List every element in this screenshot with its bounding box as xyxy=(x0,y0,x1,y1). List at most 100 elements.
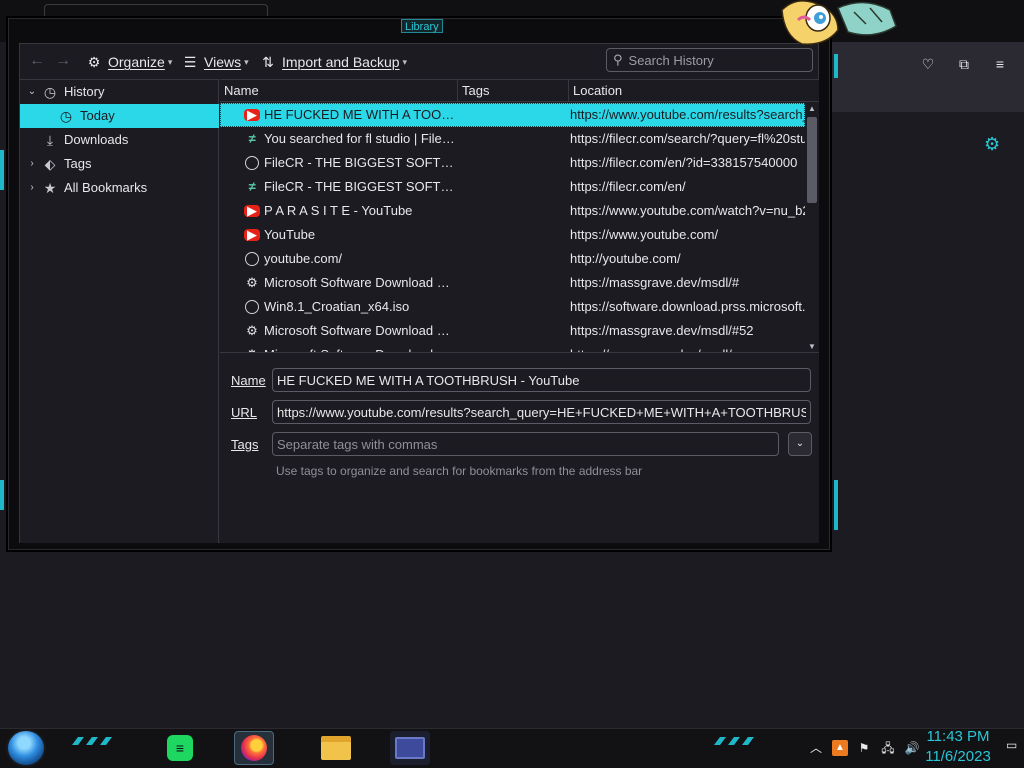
flag-icon[interactable]: ⚑ xyxy=(856,740,872,756)
clock-date: 11/6/2023 xyxy=(925,748,991,765)
sidebar-item-tags[interactable]: › ⬖ Tags xyxy=(20,152,219,176)
star-icon: ★ xyxy=(43,180,57,196)
youtube-icon: ▶ xyxy=(244,204,260,217)
browser-toolbar xyxy=(830,42,1024,112)
anime-mascot-image xyxy=(781,0,897,45)
row-name: You searched for fl studio | FileCR xyxy=(264,131,456,146)
table-row[interactable]: ▶ YouTube https://www.youtube.com/ xyxy=(220,223,805,247)
search-icon: ⚲ xyxy=(613,52,623,67)
sidebar-item-downloads[interactable]: ⤓ Downloads xyxy=(20,128,219,152)
table-row[interactable]: ▶ P A R A S I T E - YouTube https://www.yo… xyxy=(220,199,805,223)
row-location: https://www.youtube.com/results?search_q… xyxy=(570,107,805,122)
taskbar-app-firefox[interactable] xyxy=(234,731,274,765)
folder-icon xyxy=(321,736,351,760)
network-icon[interactable]: 🖧 xyxy=(880,740,896,756)
notification-icon[interactable]: ▭ xyxy=(1006,738,1020,754)
organize-label: Organize xyxy=(108,54,165,70)
search-box[interactable]: ⚲ xyxy=(606,48,813,72)
back-arrow-icon[interactable]: ← xyxy=(28,52,46,70)
tags-field-label: Tags xyxy=(231,437,259,452)
name-field[interactable] xyxy=(272,368,811,392)
taskbar-decoration xyxy=(72,737,112,745)
menu-icon[interactable]: ≡ xyxy=(992,56,1008,72)
list-icon: ☰ xyxy=(183,54,197,70)
system-tray: ︿ ▲ ⚑ 🖧 🔊 xyxy=(808,736,920,760)
gear-icon: ⚙ xyxy=(246,323,258,338)
sidebar-item-label: History xyxy=(64,84,105,99)
table-row[interactable]: Win8.1_Croatian_x64.iso https://software.… xyxy=(220,295,805,319)
import-export-icon: ⇅ xyxy=(262,54,274,70)
search-input[interactable] xyxy=(628,52,799,68)
sidebar-item-all-bookmarks[interactable]: › ★ All Bookmarks xyxy=(20,176,219,200)
details-pane: Name URL Tags ⌄ Use tags to organize and… xyxy=(220,352,819,543)
table-header: Name Tags Location xyxy=(220,80,819,102)
table-body: ▶ HE FUCKED ME WITH A TOOTHBRUSH - YouTub… xyxy=(220,103,805,353)
url-field[interactable] xyxy=(272,400,811,424)
row-name: youtube.com/ xyxy=(264,251,343,266)
scroll-up-icon[interactable]: ▲ xyxy=(805,103,819,115)
row-location: https://massgrave.dev/msdl/#52 xyxy=(570,323,754,338)
table-scrollbar[interactable]: ▲ ▼ xyxy=(805,103,819,353)
globe-icon xyxy=(245,156,259,170)
taskbar-app-spotify[interactable]: ≡ xyxy=(160,731,200,765)
table-row[interactable]: ⚙ Microsoft Software Download Listing http… xyxy=(220,271,805,295)
row-location: https://www.youtube.com/ xyxy=(570,227,719,242)
scrollbar-thumb[interactable] xyxy=(807,117,817,203)
extensions-icon[interactable]: ⧉ xyxy=(956,56,972,72)
sidebar-item-today[interactable]: ◷ Today xyxy=(20,104,219,128)
row-location: https://massgrave.dev/msdl/# xyxy=(570,275,740,290)
taskbar-clock[interactable]: 11:43 PM 11/6/2023 xyxy=(918,727,998,767)
forward-arrow-icon[interactable]: → xyxy=(54,52,72,70)
frame-accent xyxy=(0,480,4,510)
pocket-icon[interactable]: ♡ xyxy=(920,56,936,72)
library-toolbar: ← → ⚙ Organize ▾ ☰ Views ▾ ⇅ Import and … xyxy=(20,44,818,79)
column-header-location[interactable]: Location xyxy=(569,80,819,102)
show-hidden-icons-icon[interactable]: ︿ xyxy=(808,740,824,756)
chevron-right-icon[interactable]: › xyxy=(26,158,38,170)
tags-field[interactable] xyxy=(272,432,779,456)
sidebar-item-history[interactable]: ⌄ ◷ History xyxy=(20,80,219,104)
sidebar-item-label: Downloads xyxy=(64,132,129,147)
browser-tab[interactable] xyxy=(44,4,268,18)
taskbar-app-file-explorer[interactable] xyxy=(316,731,356,765)
sidebar-item-label: Today xyxy=(80,108,115,123)
row-location: https://filecr.com/en/?id=338157540000 xyxy=(570,155,798,170)
youtube-icon: ▶ xyxy=(244,108,260,121)
history-table: Name Tags Location ▶ HE FUCKED ME WITH A … xyxy=(220,79,819,353)
table-row[interactable]: ⚙ Microsoft Software Download Listing http… xyxy=(220,319,805,343)
table-row[interactable]: ▶ HE FUCKED ME WITH A TOOTHBRUSH - YouTub… xyxy=(220,103,805,127)
column-header-name[interactable]: Name xyxy=(220,80,458,102)
globe-icon xyxy=(245,252,259,266)
sidebar-item-label: All Bookmarks xyxy=(64,180,148,195)
library-titlebar[interactable]: Library xyxy=(9,19,829,39)
gear-icon: ⚙ xyxy=(87,54,101,70)
table-row[interactable]: youtube.com/http://youtube.com/ xyxy=(220,247,805,271)
taskbar-app-window[interactable] xyxy=(390,731,430,765)
table-row[interactable]: ≠ You searched for fl studio | FileCR http… xyxy=(220,127,805,151)
tags-hint: Use tags to organize and search for book… xyxy=(276,464,643,478)
chevron-down-icon: ⌄ xyxy=(795,438,805,449)
row-name: FileCR - THE BIGGEST SOFTWARE STORE xyxy=(264,155,456,170)
chevron-down-icon[interactable]: ⌄ xyxy=(26,86,38,98)
library-content: ← → ⚙ Organize ▾ ☰ Views ▾ ⇅ Import and … xyxy=(19,43,819,543)
settings-gear-icon[interactable]: ⚙ xyxy=(984,135,1002,153)
sidebar: ⌄ ◷ History ◷ Today ⤓ Downloads › ⬖ Tags… xyxy=(20,79,219,543)
column-header-tags[interactable]: Tags xyxy=(458,80,569,102)
tray-app-icon[interactable]: ▲ xyxy=(832,740,848,756)
start-button[interactable] xyxy=(8,731,44,765)
organize-button[interactable]: ⚙ Organize ▾ xyxy=(86,51,173,73)
filecr-icon: ≠ xyxy=(248,179,256,194)
tags-dropdown-button[interactable]: ⌄ xyxy=(788,432,812,456)
row-name: P A R A S I T E - YouTube xyxy=(264,203,413,218)
views-label: Views xyxy=(204,54,242,70)
gear-icon: ⚙ xyxy=(246,275,258,290)
import-backup-button[interactable]: ⇅ Import and Backup ▾ xyxy=(260,51,407,73)
url-field-label: URL xyxy=(231,405,258,420)
views-button[interactable]: ☰ Views ▾ xyxy=(182,51,249,73)
table-row[interactable]: ≠ FileCR - THE BIGGEST SOFTWARE STORE http… xyxy=(220,175,805,199)
table-row[interactable]: FileCR - THE BIGGEST SOFTWARE STORE https… xyxy=(220,151,805,175)
row-location: https://www.youtube.com/watch?v=nu_b28 xyxy=(570,203,805,218)
row-location: http://youtube.com/ xyxy=(570,251,681,266)
app-window-icon xyxy=(395,737,425,759)
chevron-right-icon[interactable]: › xyxy=(26,182,38,194)
